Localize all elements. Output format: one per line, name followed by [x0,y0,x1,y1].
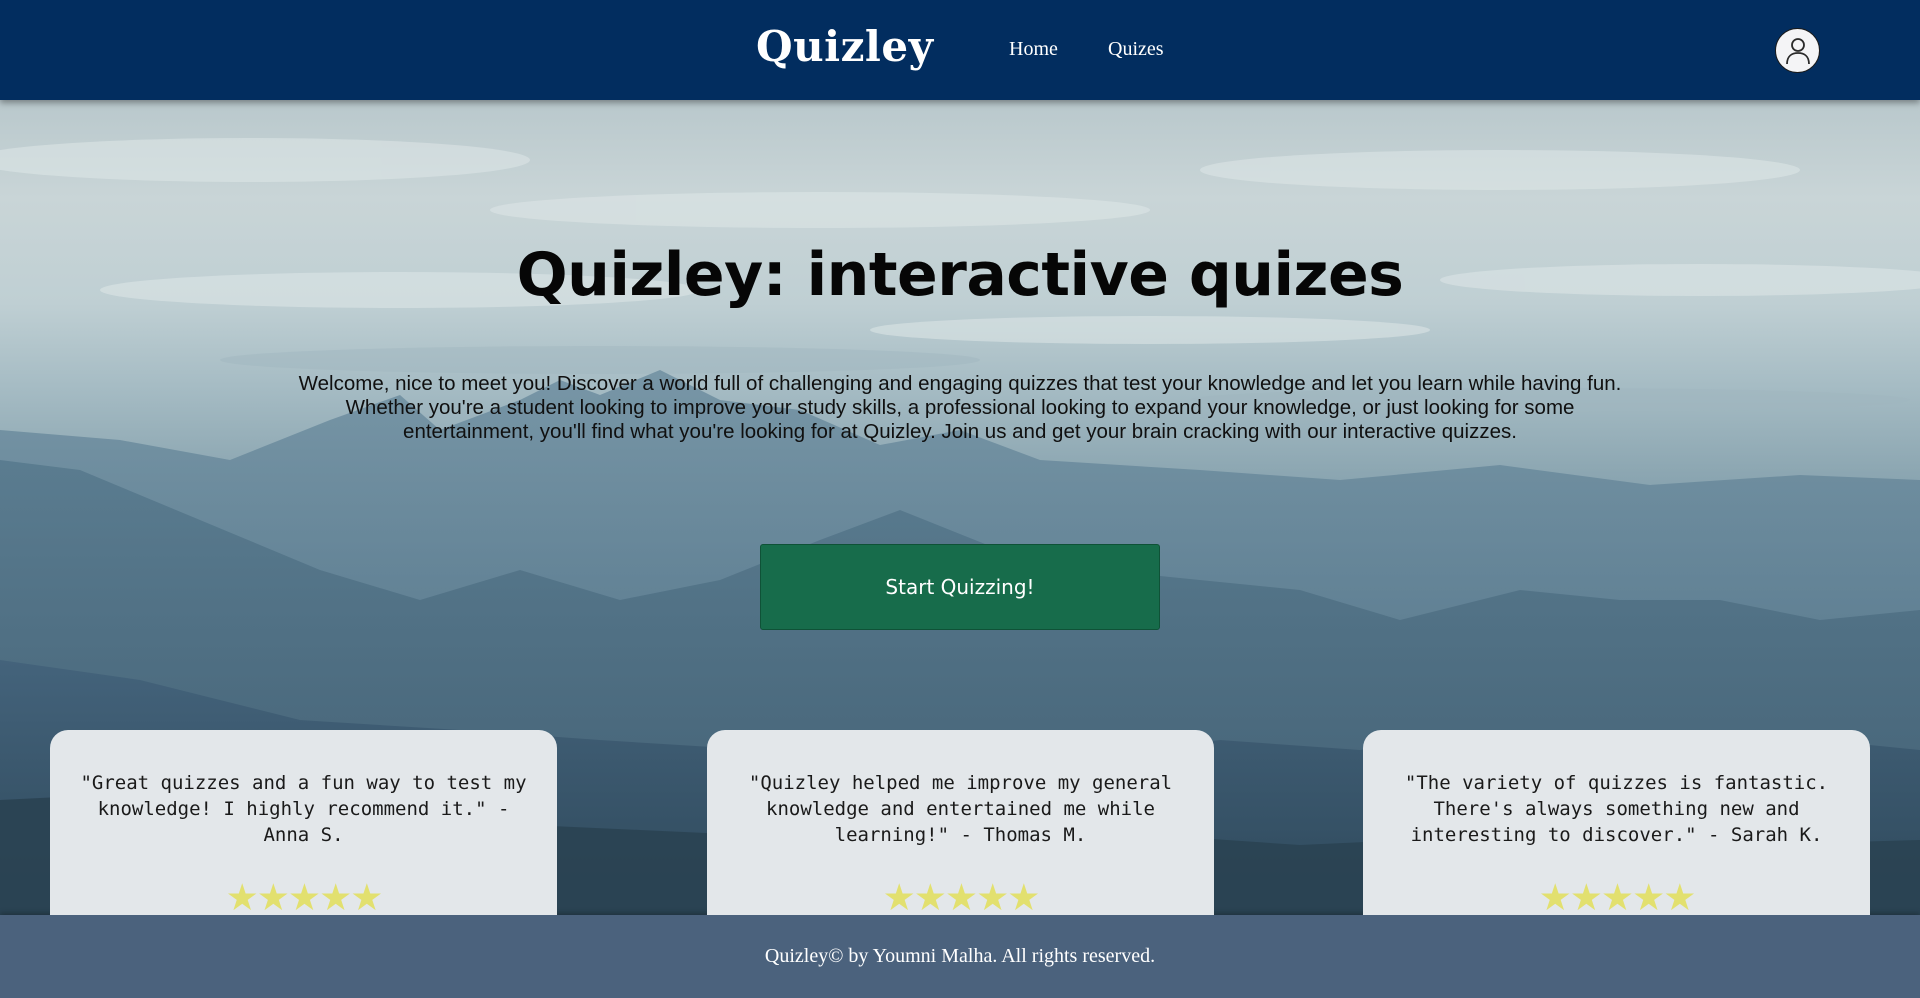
nav-quizes-link[interactable]: Quizes [1108,38,1164,61]
star-rating-icon: ★★★★★ [225,877,384,915]
hero-section: Quizley: interactive quizes Welcome, nic… [0,100,1920,915]
testimonial-card: "The variety of quizzes is fantastic. Th… [1363,730,1870,915]
testimonial-quote: "Great quizzes and a fun way to test my … [80,772,527,846]
page-footer: Quizley© by Youmni Malha. All rights res… [0,915,1920,998]
page-title: Quizley: interactive quizes [516,240,1404,310]
testimonial-card: "Quizley helped me improve my general kn… [707,730,1214,915]
user-avatar-icon [1785,37,1810,64]
star-rating-icon: ★★★★★ [882,877,1041,915]
intro-paragraph: Welcome, nice to meet you! Discover a wo… [298,372,1622,443]
nav-home-link[interactable]: Home [1009,38,1058,61]
brand-logo[interactable]: Quizley [756,22,934,71]
star-rating-icon: ★★★★★ [1538,877,1697,915]
testimonial-card: "Great quizzes and a fun way to test my … [50,730,557,915]
testimonial-quote: "The variety of quizzes is fantastic. Th… [1404,772,1829,846]
footer-copyright: Quizley© by Youmni Malha. All rights res… [764,945,1156,967]
start-quizzing-button[interactable]: Start Quizzing! [760,544,1160,630]
top-navbar: Quizley Home Quizes [0,0,1920,100]
testimonial-quote: "Quizley helped me improve my general kn… [748,772,1173,846]
user-avatar-button[interactable] [1775,28,1820,73]
